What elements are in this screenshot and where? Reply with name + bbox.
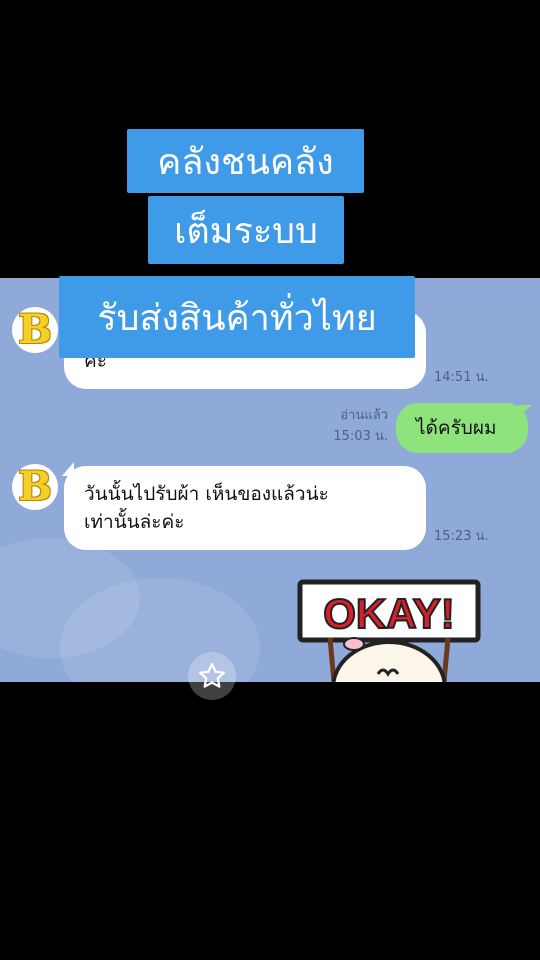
brand-b-icon: B — [18, 306, 52, 353]
message-text-line: วันนั้นไปรับผ้า เห็นของแล้วน่ะ — [84, 483, 329, 505]
brand-b-icon: B — [18, 463, 52, 510]
message-text-line: เท่านั้นล่ะค่ะ — [84, 511, 185, 533]
favorite-button[interactable] — [188, 652, 236, 700]
sticker-text: OKAY! — [323, 590, 454, 637]
caption-line-2: เต็มระบบ — [148, 196, 344, 264]
message-timestamp: 15:03 น. — [333, 429, 388, 444]
message-bubble-incoming[interactable]: วันนั้นไปรับผ้า เห็นของแล้วน่ะ เท่านั้นล… — [64, 466, 426, 550]
caption-line-1: คลังชนคลัง — [127, 129, 364, 193]
message-timestamp: 14:51 น. — [434, 370, 489, 385]
star-icon — [199, 663, 225, 688]
contact-avatar[interactable]: B — [12, 307, 58, 353]
okay-sticker[interactable]: OKAY! — [296, 576, 482, 682]
message-timestamp: 15:23 น. — [434, 529, 489, 544]
sticker-graphic: OKAY! — [297, 579, 481, 682]
contact-avatar[interactable]: B — [12, 464, 58, 510]
read-receipt: อ่านแล้ว 15:03 น. — [318, 405, 388, 447]
caption-line-3: รับส่งสินค้าทั่วไทย — [59, 276, 415, 358]
read-status: อ่านแล้ว — [340, 408, 388, 423]
message-bubble-outgoing[interactable]: ได้ครับผม — [396, 403, 532, 453]
message-text: ได้ครับผม — [416, 417, 497, 439]
